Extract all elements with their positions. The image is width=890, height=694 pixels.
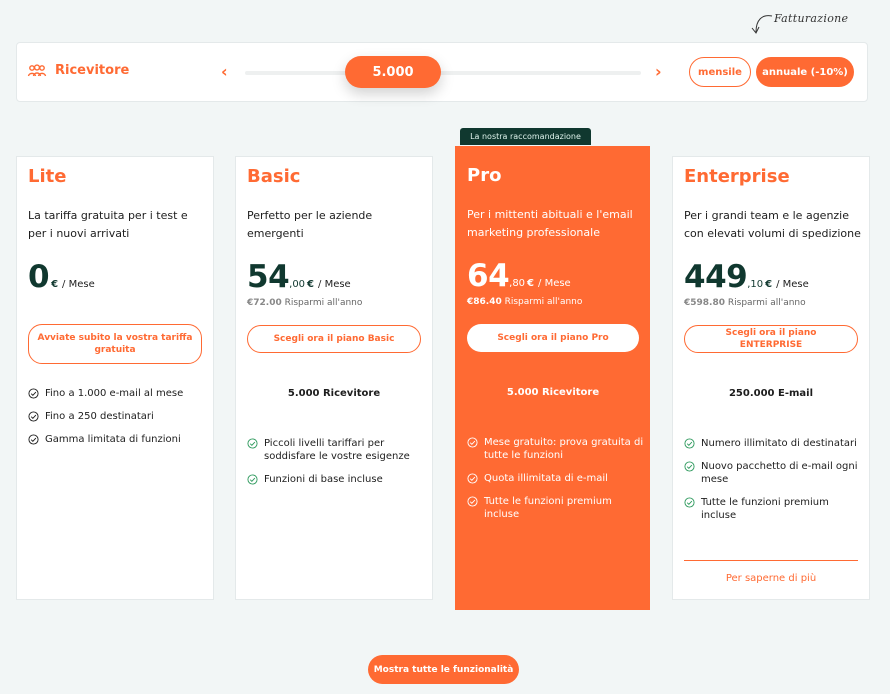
savings-note: €72.00 Risparmi all'anno bbox=[247, 298, 363, 308]
plan-price: 64 ,80 € / Mese bbox=[467, 258, 571, 294]
price-decimals: ,00 bbox=[289, 279, 306, 290]
feature-list: Mese gratuito: prova gratuita di tutte l… bbox=[467, 436, 647, 531]
check-circle-icon bbox=[247, 438, 258, 449]
check-circle-icon bbox=[28, 434, 39, 445]
price-decimals: ,80 bbox=[509, 278, 526, 289]
plan-card-enterprise: Enterprise Per i grandi team e le agenzi… bbox=[672, 156, 870, 600]
price-amount: 64 bbox=[467, 258, 510, 294]
savings-note: €86.40 Risparmi all'anno bbox=[467, 297, 583, 307]
divider bbox=[684, 560, 858, 561]
price-amount: 0 bbox=[28, 259, 50, 295]
plan-quota: 5.000 Ricevitore bbox=[287, 388, 381, 399]
list-item: Fino a 250 destinatari bbox=[28, 410, 208, 423]
price-currency: € bbox=[527, 278, 535, 289]
plan-name: Basic bbox=[247, 166, 301, 187]
lite-cta-button[interactable]: Avviate subito la vostra tariffa gratuit… bbox=[28, 324, 202, 364]
price-period: / Mese bbox=[318, 279, 351, 290]
list-item: Tutte le funzioni premium incluse bbox=[684, 496, 864, 522]
plan-description: Per i grandi team e le agenzie con eleva… bbox=[684, 209, 861, 240]
plan-quota: 5.000 Ricevitore bbox=[506, 387, 600, 398]
slider-thumb[interactable]: 5.000 bbox=[345, 56, 441, 88]
list-item: Tutte le funzioni premium incluse bbox=[467, 495, 647, 521]
chevron-left-icon[interactable]: ‹ bbox=[221, 62, 228, 81]
plan-description: Perfetto per le aziende emergenti bbox=[247, 209, 373, 240]
plan-card-pro: Pro Per i mittenti abituali e l'email ma… bbox=[455, 146, 650, 610]
plan-description: La tariffa gratuita per i test e per i n… bbox=[28, 209, 188, 240]
price-currency: € bbox=[307, 279, 315, 290]
recipient-selector-bar: Ricevitore ‹ 5.000 › mensile annuale (-1… bbox=[16, 42, 868, 102]
recipient-label-group: Ricevitore bbox=[27, 63, 129, 78]
feature-list: Fino a 1.000 e-mail al mese Fino a 250 d… bbox=[28, 387, 208, 456]
plan-price: 54 ,00 € / Mese bbox=[247, 259, 351, 295]
old-price: €86.40 bbox=[467, 297, 502, 307]
feature-list: Numero illimitato di destinatari Nuovo p… bbox=[684, 437, 864, 532]
price-amount: 54 bbox=[247, 259, 290, 295]
basic-cta-button[interactable]: Scegli ora il piano Basic bbox=[247, 325, 421, 353]
recommended-badge: La nostra raccomandazione bbox=[460, 128, 591, 145]
price-currency: € bbox=[51, 279, 59, 290]
pro-cta-button[interactable]: Scegli ora il piano Pro bbox=[467, 324, 639, 352]
list-item: Mese gratuito: prova gratuita di tutte l… bbox=[467, 436, 647, 462]
plan-card-lite: Lite La tariffa gratuita per i test e pe… bbox=[16, 156, 214, 600]
feature-list: Piccoli livelli tariffari per soddisfare… bbox=[247, 437, 427, 496]
plan-name: Lite bbox=[28, 166, 67, 187]
learn-more-link[interactable]: Per saperne di più bbox=[684, 573, 858, 584]
price-period: / Mese bbox=[62, 279, 95, 290]
check-circle-icon bbox=[467, 496, 478, 507]
plan-price: 0 € / Mese bbox=[28, 259, 95, 295]
price-amount: 449 bbox=[684, 259, 748, 295]
users-icon bbox=[27, 63, 47, 76]
check-circle-icon bbox=[28, 411, 39, 422]
recipient-label: Ricevitore bbox=[55, 63, 130, 78]
check-circle-icon bbox=[467, 473, 478, 484]
check-circle-icon bbox=[684, 461, 695, 472]
plan-quota: 250.000 E-mail bbox=[728, 388, 814, 399]
billing-hint: Fatturazione bbox=[774, 12, 849, 25]
slider-track[interactable] bbox=[245, 71, 641, 75]
list-item: Quota illimitata di e-mail bbox=[467, 472, 647, 485]
plan-description: Per i mittenti abituali e l'email market… bbox=[467, 208, 633, 239]
price-period: / Mese bbox=[538, 278, 571, 289]
billing-annual-button[interactable]: annuale (-10%) bbox=[756, 57, 854, 87]
list-item: Numero illimitato di destinatari bbox=[684, 437, 864, 450]
list-item: Piccoli livelli tariffari per soddisfare… bbox=[247, 437, 427, 463]
check-circle-icon bbox=[247, 474, 258, 485]
check-circle-icon bbox=[467, 437, 478, 448]
enterprise-cta-button[interactable]: Scegli ora il piano ENTERPRISE bbox=[684, 325, 858, 353]
list-item: Nuovo pacchetto di e-mail ogni mese bbox=[684, 460, 864, 486]
list-item: Funzioni di base incluse bbox=[247, 473, 427, 486]
plan-name: Enterprise bbox=[684, 166, 790, 187]
billing-monthly-button[interactable]: mensile bbox=[689, 57, 751, 87]
plan-name: Pro bbox=[467, 165, 502, 186]
plan-price: 449 ,10 € / Mese bbox=[684, 259, 809, 295]
show-all-features-button[interactable]: Mostra tutte le funzionalità bbox=[368, 655, 519, 684]
old-price: €72.00 bbox=[247, 298, 282, 308]
list-item: Gamma limitata di funzioni bbox=[28, 433, 208, 446]
plan-card-basic: Basic Perfetto per le aziende emergenti … bbox=[235, 156, 433, 600]
check-circle-icon bbox=[684, 497, 695, 508]
old-price: €598.80 bbox=[684, 298, 725, 308]
price-decimals: ,10 bbox=[747, 279, 764, 290]
price-period: / Mese bbox=[776, 279, 809, 290]
check-circle-icon bbox=[28, 388, 39, 399]
savings-note: €598.80 Risparmi all'anno bbox=[684, 298, 806, 308]
chevron-right-icon[interactable]: › bbox=[655, 62, 662, 81]
price-currency: € bbox=[765, 279, 773, 290]
hint-arrow-icon bbox=[751, 15, 773, 34]
list-item: Fino a 1.000 e-mail al mese bbox=[28, 387, 208, 400]
check-circle-icon bbox=[684, 438, 695, 449]
